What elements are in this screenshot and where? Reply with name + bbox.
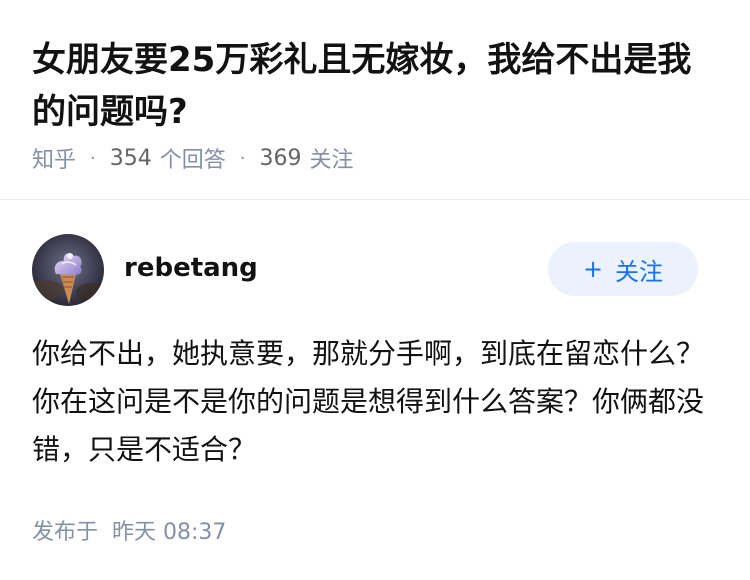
follow-button-label: 关注 <box>615 257 664 286</box>
question-title[interactable]: 女朋友要25万彩礼且无嫁妆，我给不出是我的问题吗? <box>32 34 722 138</box>
author-row: rebetang + 关注 <box>32 234 698 306</box>
source-label[interactable]: 知乎 <box>32 142 76 174</box>
meta-separator: · <box>239 147 246 169</box>
answer-count-label[interactable]: 个回答 <box>160 142 226 174</box>
answer-content[interactable]: 你给不出，她执意要，那就分手啊，到底在留恋什么？你在这问是不是你的问题是想得到什… <box>32 330 718 474</box>
avatar-photo-icon <box>32 234 104 306</box>
question-header: 女朋友要25万彩礼且无嫁妆，我给不出是我的问题吗? 知乎 · 354 个回答 ·… <box>0 0 750 200</box>
follow-button[interactable]: + 关注 <box>548 242 698 296</box>
meta-separator: · <box>90 147 96 169</box>
question-meta: 知乎 · 354 个回答 · 369 关注 <box>32 140 354 176</box>
plus-icon: + <box>582 255 604 283</box>
answer-count: 354 <box>109 145 152 171</box>
published-label: 发布于 <box>32 520 99 545</box>
avatar[interactable] <box>32 234 104 306</box>
follower-count-label[interactable]: 关注 <box>310 142 354 174</box>
answer-footer: 发布于 昨天 08:37 <box>32 512 226 548</box>
follower-count: 369 <box>259 145 302 171</box>
author-name[interactable]: rebetang <box>124 250 258 286</box>
published-time: 昨天 08:37 <box>112 520 227 545</box>
